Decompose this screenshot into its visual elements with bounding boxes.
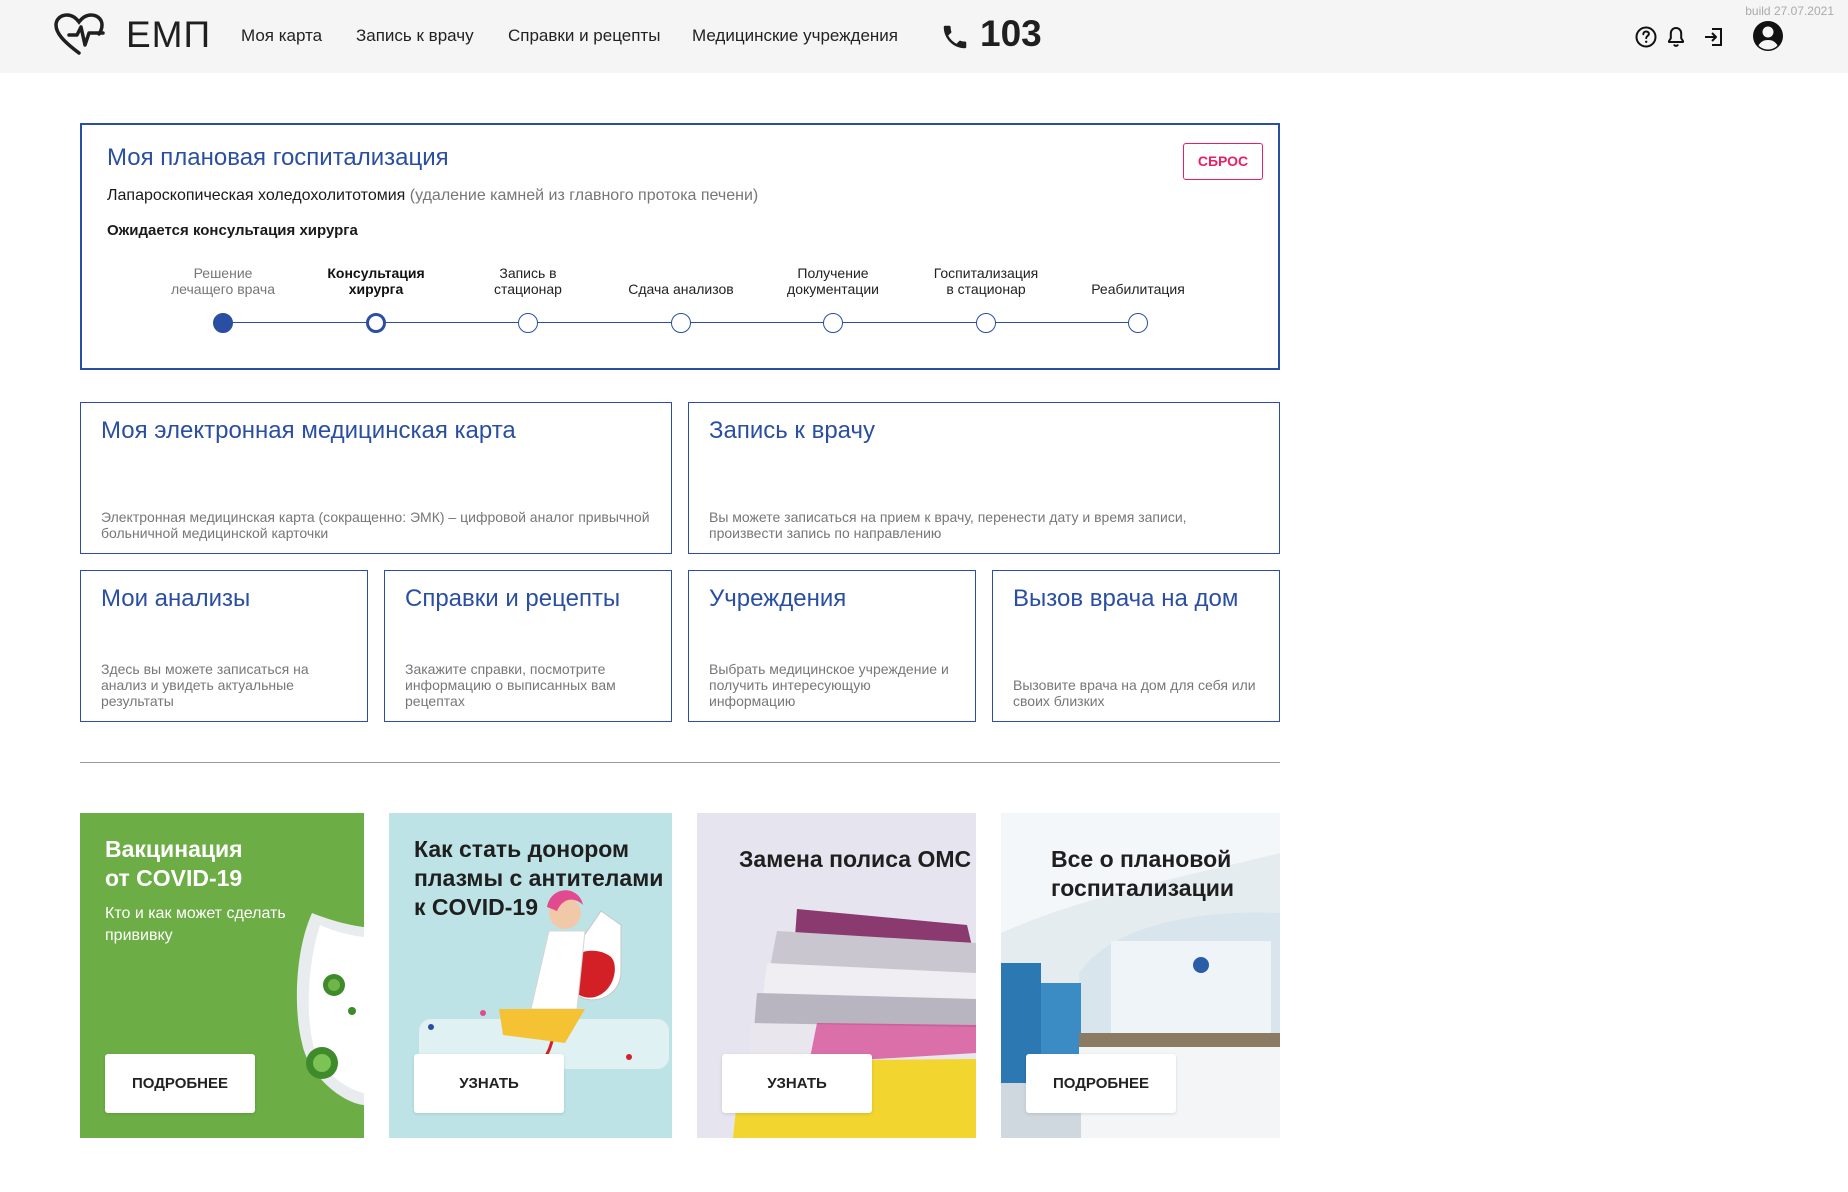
banner-title: Как стать донором плазмы с антителами к … [414, 835, 663, 922]
hospitalization-title: Моя плановая госпитализация [107, 144, 449, 171]
insurance-learn-button[interactable]: УЗНАТЬ [722, 1054, 872, 1113]
step-label-line1: Решение [193, 265, 253, 281]
vaccination-more-button[interactable]: ПОДРОБНЕЕ [105, 1054, 255, 1113]
banner-title: Вакцинация от COVID-19 [105, 835, 243, 893]
tile-title: Учреждения [709, 585, 847, 612]
step-label-line1 [611, 265, 751, 281]
plasma-donor-learn-button[interactable]: УЗНАТЬ [414, 1054, 564, 1113]
procedure-name: Лапароскопическая холедохолитотомия (уда… [107, 187, 758, 205]
phone-icon [943, 25, 967, 49]
banner-subtitle-line2: прививку [105, 927, 173, 944]
logout-icon[interactable] [1702, 25, 1726, 49]
tile-description: Вызовите врача на дом для себя или своих… [1013, 677, 1256, 709]
step-label-line1: Запись в [499, 265, 557, 281]
banner-title-line2: госпитализации [1051, 875, 1234, 901]
tile-title: Вызов врача на дом [1013, 585, 1239, 612]
banner-subtitle: Кто и как может сделать прививку [105, 903, 286, 947]
tile-description: Закажите справки, посмотрите информацию … [405, 661, 616, 709]
banner-planned-hospitalization[interactable]: Все о плановой госпитализации ПОДРОБНЕЕ [1001, 813, 1280, 1138]
banner-title-line1: Как стать донором [414, 836, 630, 862]
tile-institutions[interactable]: Учреждения Выбрать медицинское учреждени… [688, 570, 976, 722]
banner-title-line2: плазмы с антителами [414, 865, 664, 891]
step-label-line2: хирурга [348, 281, 404, 297]
step-dot[interactable] [518, 313, 538, 333]
banner-title-line3: к COVID-19 [414, 894, 538, 920]
tile-home-visit[interactable]: Вызов врача на дом Вызовите врача на дом… [992, 570, 1280, 722]
banner-insurance-replacement[interactable]: Замена полиса ОМС УЗНАТЬ [697, 813, 976, 1138]
heart-pulse-logo-icon[interactable] [53, 13, 105, 57]
tile-medical-card[interactable]: Моя электронная медицинская карта Электр… [80, 402, 672, 554]
step-label-line2: Сдача анализов [628, 281, 734, 297]
banner-title-line1: Замена полиса ОМС [739, 846, 972, 872]
step-label-line1: Консультация [327, 265, 425, 281]
tile-certificates[interactable]: Справки и рецепты Закажите справки, посм… [384, 570, 672, 722]
step-label-line2: в стационар [946, 281, 1026, 297]
step-dot[interactable] [1128, 313, 1148, 333]
section-divider [80, 762, 1280, 763]
nav-institutions[interactable]: Медицинские учреждения [692, 26, 898, 46]
step-dot-current[interactable] [366, 313, 386, 333]
app-logo-text[interactable]: ЕМП [126, 14, 211, 56]
banner-plasma-donor[interactable]: Как стать донором плазмы с антителами к … [389, 813, 672, 1138]
step-dot[interactable] [976, 313, 996, 333]
banner-title-line1: Все о плановой [1051, 846, 1232, 872]
help-icon[interactable] [1634, 25, 1658, 49]
top-header: ЕМП Моя карта Запись к врачу Справки и р… [0, 0, 1848, 73]
banner-vaccination[interactable]: Вакцинация от COVID-19 Кто и как может с… [80, 813, 364, 1138]
step-label-rehabilitation: Реабилитация [1068, 265, 1208, 297]
nav-certificates[interactable]: Справки и рецепты [508, 26, 660, 46]
step-label-doctor-decision: Решение лечащего врача [153, 265, 293, 297]
bell-icon[interactable] [1664, 25, 1688, 49]
step-dot[interactable] [671, 313, 691, 333]
step-label-hospitalization: Госпитализация в стационар [916, 265, 1056, 297]
tile-title: Мои анализы [101, 585, 251, 612]
step-dot[interactable] [823, 313, 843, 333]
step-label-line2: лечащего врача [171, 281, 275, 297]
hospitalization-status: Ожидается консультация хирурга [107, 222, 358, 239]
step-label-line1 [1068, 265, 1208, 281]
build-version: build 27.07.2021 [1745, 4, 1834, 18]
planned-hospitalization-panel: Моя плановая госпитализация СБРОС Лапаро… [80, 123, 1280, 370]
tile-title: Моя электронная медицинская карта [101, 417, 516, 444]
step-label-line1: Госпитализация [933, 265, 1039, 281]
step-label-line1: Получение [797, 265, 869, 281]
step-label-surgeon-consultation: Консультация хирурга [306, 265, 446, 297]
nav-appointment[interactable]: Запись к врачу [356, 26, 474, 46]
banner-title: Все о плановой госпитализации [1051, 845, 1234, 903]
tile-my-tests[interactable]: Мои анализы Здесь вы можете записаться н… [80, 570, 368, 722]
procedure-title: Лапароскопическая холедохолитотомия [107, 187, 406, 204]
step-label-hospital-booking: Запись в стационар [458, 265, 598, 297]
step-label-documents: Получение документации [763, 265, 903, 297]
account-icon[interactable] [1752, 20, 1784, 52]
step-dot-done[interactable] [213, 313, 233, 333]
tile-title: Справки и рецепты [405, 585, 621, 612]
tile-title: Запись к врачу [709, 417, 876, 444]
tile-description: Здесь вы можете записаться на анализ и у… [101, 661, 309, 709]
tile-description: Электронная медицинская карта (сокращенн… [101, 509, 650, 541]
tile-description: Вы можете записаться на прием к врачу, п… [709, 509, 1187, 541]
hospitalization-more-button[interactable]: ПОДРОБНЕЕ [1026, 1054, 1176, 1113]
step-label-line2: Реабилитация [1091, 281, 1185, 297]
banner-title-line2: от COVID-19 [105, 865, 243, 891]
banner-title-line1: Вакцинация [105, 836, 243, 862]
banner-subtitle-line1: Кто и как может сделать [105, 905, 286, 922]
procedure-note: (удаление камней из главного протока печ… [409, 187, 759, 204]
tile-appointment[interactable]: Запись к врачу Вы можете записаться на п… [688, 402, 1280, 554]
nav-my-card[interactable]: Моя карта [241, 26, 322, 46]
step-label-line2: стационар [494, 281, 562, 297]
step-label-tests: Сдача анализов [611, 265, 751, 297]
step-label-line2: документации [787, 281, 879, 297]
banner-title: Замена полиса ОМС [739, 845, 971, 874]
tile-description: Выбрать медицинское учреждение и получит… [709, 661, 949, 709]
emergency-phone-number[interactable]: 103 [980, 13, 1042, 55]
reset-button[interactable]: СБРОС [1183, 143, 1263, 180]
